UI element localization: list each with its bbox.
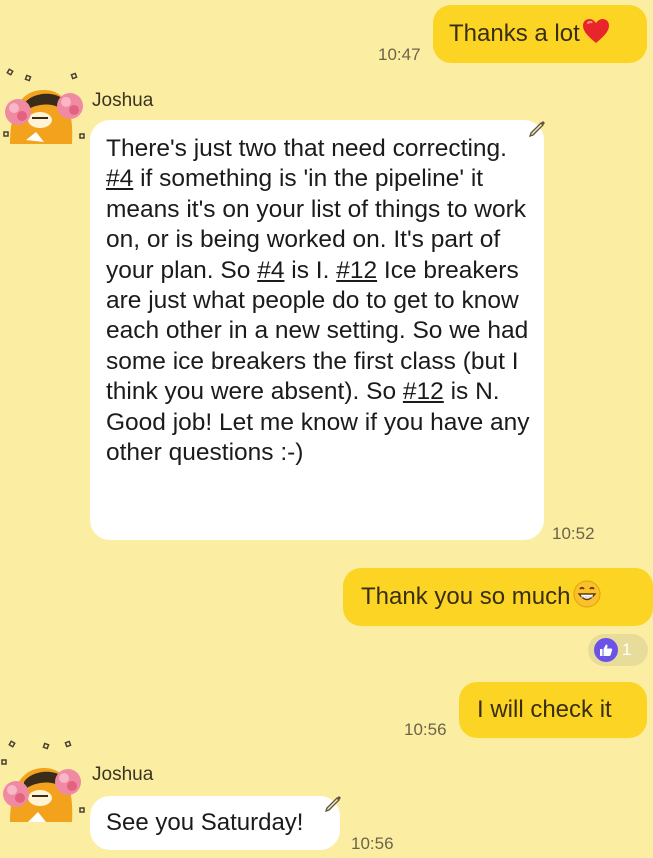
item-reference-link[interactable]: #12 — [403, 378, 444, 405]
red-heart-emoji-icon — [582, 18, 610, 51]
message-text: I will check it — [477, 696, 612, 723]
translate-pen-icon[interactable] — [528, 117, 548, 138]
message-text: Thanks a lot — [449, 20, 580, 47]
thumbs-up-icon — [594, 638, 618, 662]
item-reference-link[interactable]: #4 — [257, 257, 284, 284]
message-text-part: There's just two that need correcting. — [106, 135, 507, 162]
cheering-character-icon — [1, 740, 85, 822]
message-bubble-incoming[interactable]: There's just two that need correcting. #… — [90, 120, 544, 540]
reaction-count: 1 — [622, 640, 632, 659]
message-timestamp: 10:56 — [351, 834, 394, 853]
message-bubble-incoming[interactable]: See you Saturday! — [90, 796, 340, 850]
message-bubble-outgoing[interactable]: Thanks a lot — [433, 5, 647, 63]
grinning-face-emoji-icon — [572, 579, 602, 616]
sender-avatar[interactable] — [0, 64, 86, 150]
message-timestamp: 10:47 — [378, 45, 421, 64]
sender-name: Joshua — [92, 764, 154, 785]
translate-pen-icon[interactable] — [324, 792, 344, 813]
item-reference-link[interactable]: #4 — [106, 165, 133, 192]
cheering-character-icon — [3, 68, 85, 144]
sender-avatar[interactable] — [0, 738, 86, 824]
message-text: Thank you so much — [361, 583, 571, 610]
reaction-badge[interactable]: 1 — [588, 634, 648, 666]
item-reference-link[interactable]: #12 — [336, 257, 377, 284]
message-bubble-outgoing[interactable]: I will check it — [459, 682, 647, 738]
message-timestamp: 10:52 — [552, 524, 595, 543]
message-text: There's just two that need correcting. #… — [106, 134, 534, 468]
message-text: See you Saturday! — [106, 809, 304, 836]
sender-name: Joshua — [92, 90, 154, 111]
message-bubble-outgoing[interactable]: Thank you so much — [343, 568, 653, 626]
message-timestamp: 10:56 — [404, 720, 447, 739]
message-text-part: is I. — [284, 256, 337, 284]
